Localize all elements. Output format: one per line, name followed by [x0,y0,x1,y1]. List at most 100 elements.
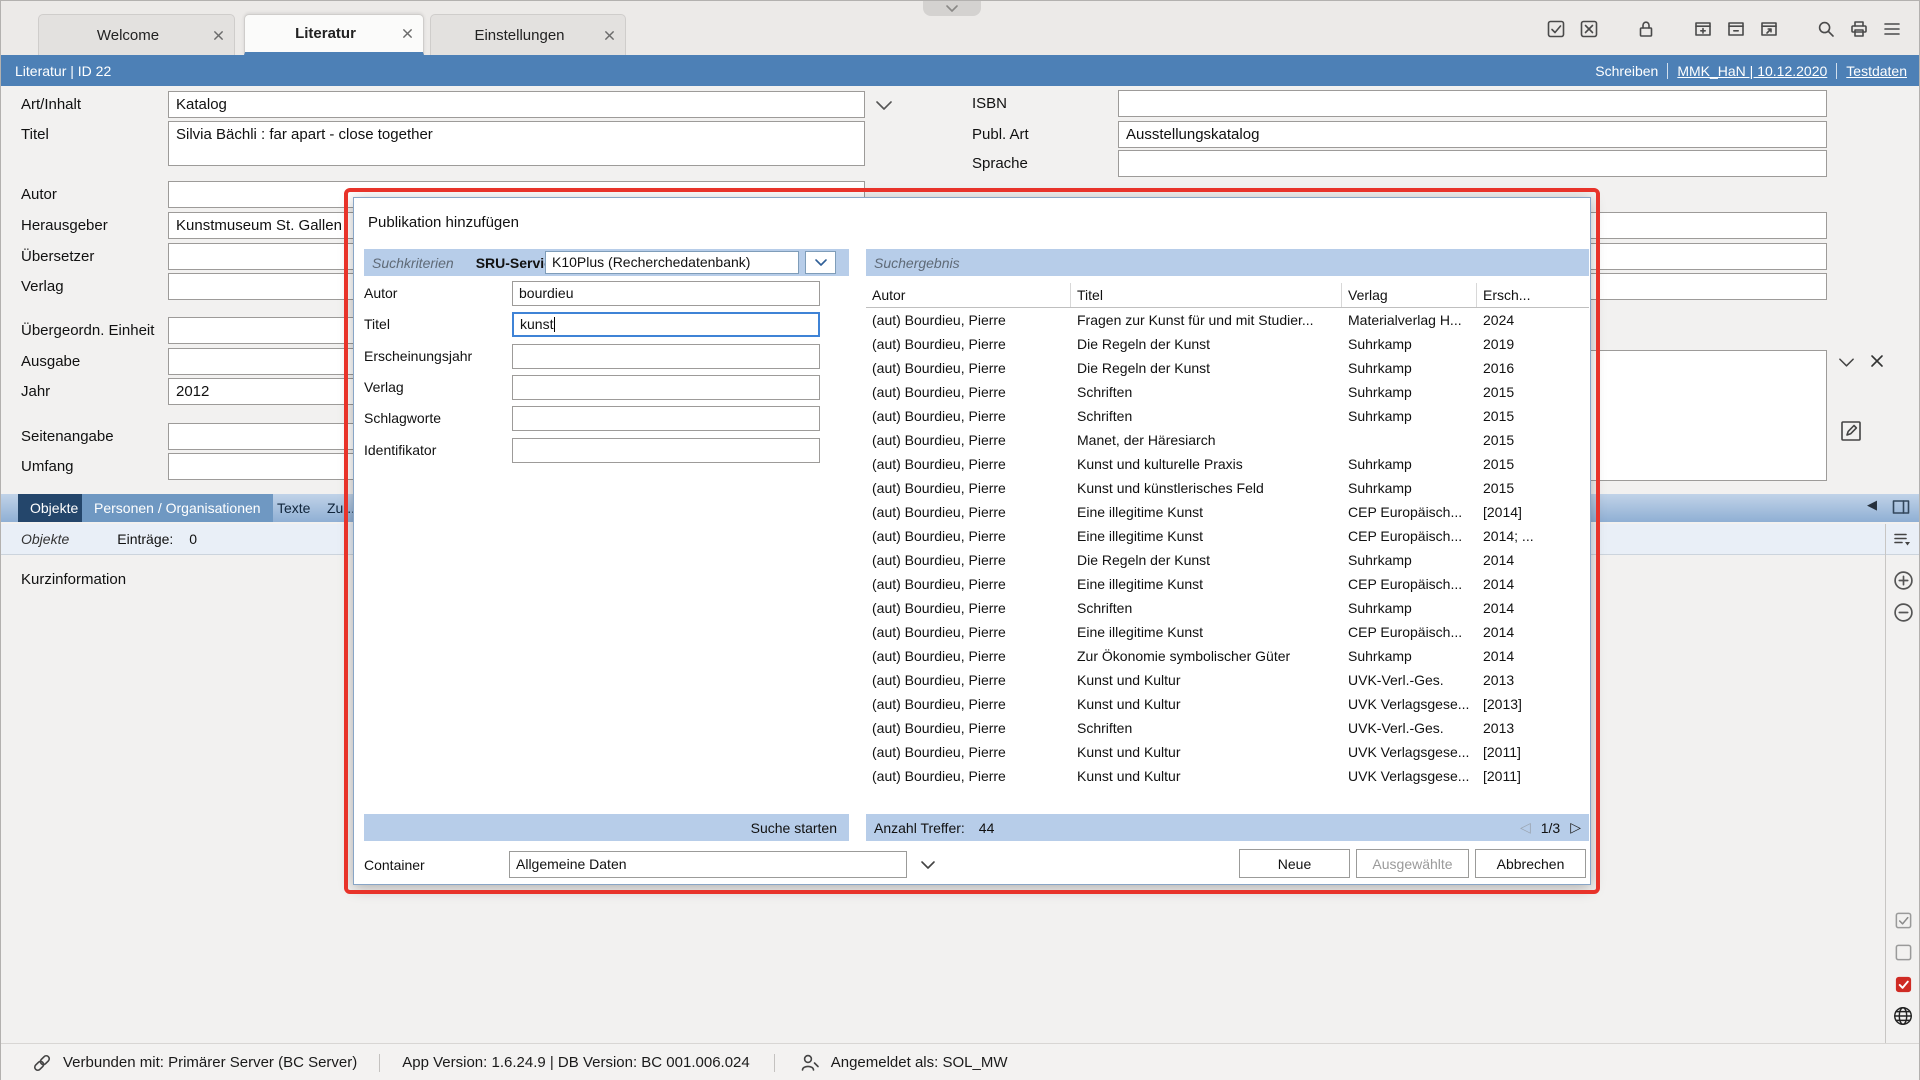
plus-circle-icon[interactable] [1892,569,1914,591]
result-row[interactable]: (aut) Bourdieu, PierreKunst und kulturel… [866,452,1589,476]
result-row[interactable]: (aut) Bourdieu, PierreDie Regeln der Kun… [866,332,1589,356]
result-row[interactable]: (aut) Bourdieu, PierreSchriftenUVK-Verl.… [866,716,1589,740]
window-minus-icon[interactable] [1725,18,1747,40]
chevron-down-icon[interactable] [1838,356,1855,374]
tab-literatur[interactable]: Literatur [244,14,424,55]
result-cell-titel: Schriften [1071,716,1342,740]
sru-chevron-button[interactable] [805,251,836,274]
user-icon [799,1052,821,1074]
edit-icon[interactable] [1839,419,1863,448]
result-cell-verlag: Suhrkamp [1342,452,1477,476]
minus-circle-icon[interactable] [1892,601,1914,623]
user-date-link[interactable]: MMK_HaN | 10.12.2020 [1677,63,1827,79]
container-dropdown[interactable]: Allgemeine Daten [509,851,907,878]
column-header-titel[interactable]: Titel [1071,283,1342,307]
modal-verlag-input[interactable] [512,375,820,400]
testdaten-link[interactable]: Testdaten [1846,63,1907,79]
chevron-down-icon[interactable] [875,99,893,117]
result-cell-titel: Eine illegitime Kunst [1071,500,1342,524]
result-row[interactable]: (aut) Bourdieu, PierreZur Ökonomie symbo… [866,644,1589,668]
close-icon[interactable] [604,30,615,41]
result-cell-autor: (aut) Bourdieu, Pierre [866,572,1071,596]
page-indicator: 1/3 [1541,820,1560,836]
lock-icon[interactable] [1635,18,1657,40]
publikation-hinzufuegen-dialog: Publikation hinzufügen Suchkriterien SRU… [353,197,1591,885]
column-header-ersch[interactable]: Ersch... [1477,283,1589,307]
results-footer-bar: Anzahl Treffer: 44 ◁ 1/3 ▷ [866,814,1589,841]
result-row[interactable]: (aut) Bourdieu, PierreKunst und KulturUV… [866,668,1589,692]
result-row[interactable]: (aut) Bourdieu, PierreEine illegitime Ku… [866,620,1589,644]
result-row[interactable]: (aut) Bourdieu, PierreKunst und KulturUV… [866,740,1589,764]
modal-titel-input[interactable]: kunst [512,312,820,337]
result-row[interactable]: (aut) Bourdieu, PierreEine illegitime Ku… [866,524,1589,548]
results-table-header: Autor Titel Verlag Ersch... [866,283,1589,308]
tab-objekte[interactable]: Objekte [18,494,90,522]
result-cell-verlag: CEP Europäisch... [1342,524,1477,548]
close-icon[interactable] [213,30,224,41]
publ-art-input[interactable]: Ausstellungskatalog [1118,121,1827,148]
modal-erscheinungsjahr-input[interactable] [512,344,820,369]
result-cell-jahr: 2014; ... [1477,524,1589,548]
neue-button[interactable]: Neue [1239,849,1350,878]
sprache-input[interactable] [1118,150,1827,177]
result-row[interactable]: (aut) Bourdieu, PierreDie Regeln der Kun… [866,356,1589,380]
result-row[interactable]: (aut) Bourdieu, PierreFragen zur Kunst f… [866,308,1589,332]
result-row[interactable]: (aut) Bourdieu, PierreKunst und KulturUV… [866,764,1589,788]
tab-einstellungen[interactable]: Einstellungen [430,14,626,55]
search-icon[interactable] [1815,18,1837,40]
column-header-autor[interactable]: Autor [866,283,1071,307]
art-inhalt-input[interactable]: Katalog [168,91,865,118]
tab-personen-organisationen[interactable]: Personen / Organisationen [82,494,273,522]
globe-icon[interactable] [1892,1005,1914,1027]
result-row[interactable]: (aut) Bourdieu, PierreManet, der Häresia… [866,428,1589,452]
isbn-input[interactable] [1118,90,1827,117]
titel-input[interactable]: Silvia Bächli : far apart - close togeth… [168,121,865,166]
modal-schlagworte-input[interactable] [512,406,820,431]
abbrechen-button[interactable]: Abbrechen [1475,849,1586,878]
tab-welcome[interactable]: Welcome [38,14,235,55]
result-cell-jahr: 2015 [1477,404,1589,428]
search-footer-bar: Suche starten [364,814,849,841]
result-row[interactable]: (aut) Bourdieu, PierreDie Regeln der Kun… [866,548,1589,572]
modal-autor-input[interactable]: bourdieu [512,281,820,306]
menu-icon[interactable] [1881,18,1903,40]
result-row[interactable]: (aut) Bourdieu, PierreEine illegitime Ku… [866,500,1589,524]
main-toolbar [1545,18,1903,40]
window-restore-icon[interactable] [1758,18,1780,40]
container-chevron-icon[interactable] [920,858,936,876]
collapse-notch[interactable] [923,1,981,16]
window-plus-icon[interactable] [1692,18,1714,40]
result-row[interactable]: (aut) Bourdieu, PierreSchriftenSuhrkamp2… [866,404,1589,428]
page-next-icon[interactable]: ▷ [1570,819,1581,836]
result-row[interactable]: (aut) Bourdieu, PierreSchriftenSuhrkamp2… [866,596,1589,620]
sru-service-dropdown[interactable]: K10Plus (Recherchedatenbank) [545,251,799,274]
modal-identifikator-input[interactable] [512,438,820,463]
print-icon[interactable] [1848,18,1870,40]
suche-starten-button[interactable]: Suche starten [751,820,837,836]
result-row[interactable]: (aut) Bourdieu, PierreSchriftenSuhrkamp2… [866,380,1589,404]
result-cell-autor: (aut) Bourdieu, Pierre [866,452,1071,476]
result-cell-verlag: Materialverlag H... [1342,308,1477,332]
list-view-icon[interactable] [1892,529,1914,551]
checkbox-x-icon[interactable] [1578,18,1600,40]
checkbox-checked-red-icon[interactable] [1892,973,1914,995]
checkbox-empty-icon[interactable] [1892,941,1914,963]
tab-texte[interactable]: Texte [269,494,318,522]
field-label: Jahr [21,378,166,405]
result-cell-verlag: CEP Europäisch... [1342,620,1477,644]
result-row[interactable]: (aut) Bourdieu, PierreKunst und künstler… [866,476,1589,500]
close-icon[interactable] [402,28,413,39]
panel-toggle-icon[interactable] [1891,497,1911,522]
result-row[interactable]: (aut) Bourdieu, PierreKunst und KulturUV… [866,692,1589,716]
checkbox-checked-gray-icon[interactable] [1892,909,1914,931]
result-row[interactable]: (aut) Bourdieu, PierreEine illegitime Ku… [866,572,1589,596]
collapse-left-icon[interactable]: ◀ [1867,497,1877,513]
column-header-verlag[interactable]: Verlag [1342,283,1477,307]
page-prev-icon[interactable]: ◁ [1520,819,1531,836]
result-cell-verlag: CEP Europäisch... [1342,572,1477,596]
result-cell-verlag: UVK Verlagsgese... [1342,692,1477,716]
ausgewaehlte-button[interactable]: Ausgewählte [1356,849,1469,878]
clear-x-icon[interactable] [1869,353,1885,374]
tab-label: Literatur [259,25,392,42]
checkbox-checked-icon[interactable] [1545,18,1567,40]
